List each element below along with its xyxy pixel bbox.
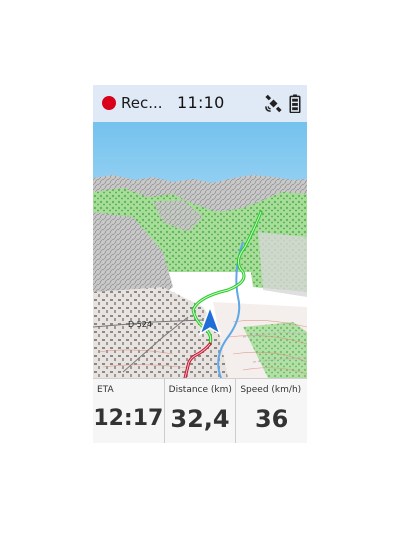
data-field-distance[interactable]: Distance (km) 32,4 — [165, 379, 237, 443]
road-label: D 524 — [128, 320, 152, 329]
valley-floor — [93, 287, 233, 378]
data-fields-panel: ETA 12:17 Distance (km) 32,4 Speed (km/h… — [93, 378, 307, 443]
battery-icon — [289, 94, 301, 113]
right-slope-grey — [258, 232, 307, 297]
recording-dot-icon[interactable] — [102, 96, 116, 110]
field-label: ETA — [97, 385, 114, 395]
field-label: Distance (km) — [168, 385, 232, 395]
field-value: 36 — [254, 405, 289, 433]
device-screen: Rec... 11:10 D 524 ETA 12:17 Distance (k… — [93, 85, 307, 443]
clock: 11:10 — [177, 93, 225, 112]
data-field-eta[interactable]: ETA 12:17 — [93, 379, 165, 443]
field-label: Speed (km/h) — [240, 385, 302, 395]
status-bar: Rec... 11:10 — [93, 85, 307, 122]
data-field-speed[interactable]: Speed (km/h) 36 — [236, 379, 307, 443]
field-value: 32,4 — [170, 405, 230, 433]
map-view[interactable]: D 524 — [93, 122, 307, 378]
gps-satellite-icon — [265, 94, 282, 113]
recording-label[interactable]: Rec... — [121, 94, 163, 112]
field-value: 12:17 — [93, 406, 164, 431]
